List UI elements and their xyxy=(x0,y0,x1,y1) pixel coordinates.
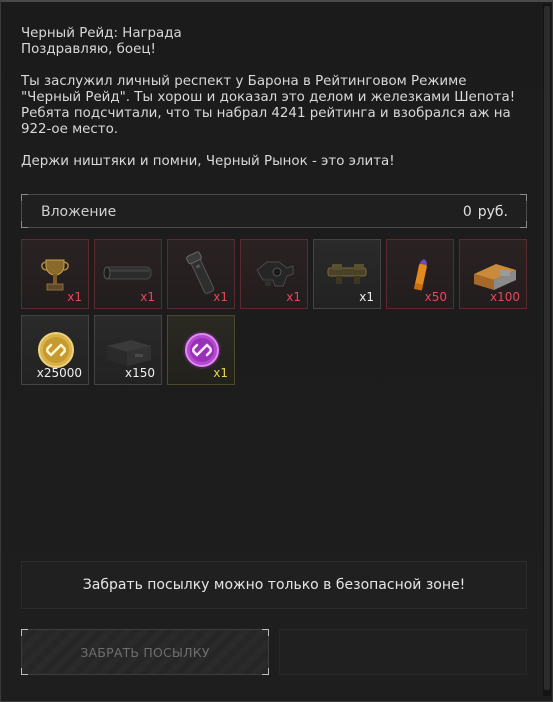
item-quantity: x1 xyxy=(140,290,155,304)
message-greeting: Поздравляю, боец! xyxy=(21,42,156,57)
reward-item-gold-chain-coin[interactable]: x25000 xyxy=(21,315,89,385)
item-quantity: x50 xyxy=(424,290,447,304)
reward-item-trophy[interactable]: x1 xyxy=(21,239,89,309)
item-quantity: x100 xyxy=(489,290,520,304)
item-quantity: x1 xyxy=(213,366,228,380)
investment-label: Вложение xyxy=(41,204,117,220)
reward-item-crate[interactable]: x150 xyxy=(94,315,162,385)
empty-action-slot xyxy=(279,629,527,675)
reward-message: Черный Рейд: Награда Поздравляю, боец! Т… xyxy=(21,26,521,170)
item-quantity: x1 xyxy=(213,290,228,304)
investment-amount: 0 руб. xyxy=(463,204,508,220)
message-body-line: Ребята подсчитали, что ты набрал 4241 ре… xyxy=(21,106,511,121)
investment-value: 0 xyxy=(462,204,472,220)
reward-item-weapon-part[interactable]: x1 xyxy=(240,239,308,309)
safe-zone-notice: Забрать посылку можно только в безопасно… xyxy=(21,561,527,609)
message-body-line: 922-ое место. xyxy=(21,122,119,137)
item-quantity: x25000 xyxy=(36,366,82,380)
reward-item-rifle-scope[interactable]: x1 xyxy=(313,239,381,309)
investment-bar: Вложение 0 руб. xyxy=(21,194,527,228)
reward-item-purple-chain-coin[interactable]: x1 xyxy=(167,315,235,385)
message-body-line: "Черный Рейд". Ты хорош и доказал это де… xyxy=(21,90,516,105)
item-quantity: x1 xyxy=(286,290,301,304)
reward-item-ammo-box[interactable]: x100 xyxy=(459,239,527,309)
claim-button-label: ЗАБРАТЬ ПОСЫЛКУ xyxy=(80,645,210,660)
item-quantity: x150 xyxy=(124,366,155,380)
item-quantity: x1 xyxy=(359,290,374,304)
reward-item-cartridge[interactable]: x50 xyxy=(386,239,454,309)
message-closing: Держи ништяки и помни, Черный Рынок - эт… xyxy=(21,154,395,169)
investment-currency: руб. xyxy=(477,204,508,220)
reward-item-flashlight[interactable]: x1 xyxy=(167,239,235,309)
reward-item-suppressor[interactable]: x1 xyxy=(94,239,162,309)
message-body-line: Ты заслужил личный респект у Барона в Ре… xyxy=(21,74,467,89)
claim-package-button[interactable]: ЗАБРАТЬ ПОСЫЛКУ xyxy=(21,629,269,675)
message-title: Черный Рейд: Награда xyxy=(21,26,182,41)
item-quantity: x1 xyxy=(67,290,82,304)
scrollbar-thumb[interactable] xyxy=(544,6,550,690)
